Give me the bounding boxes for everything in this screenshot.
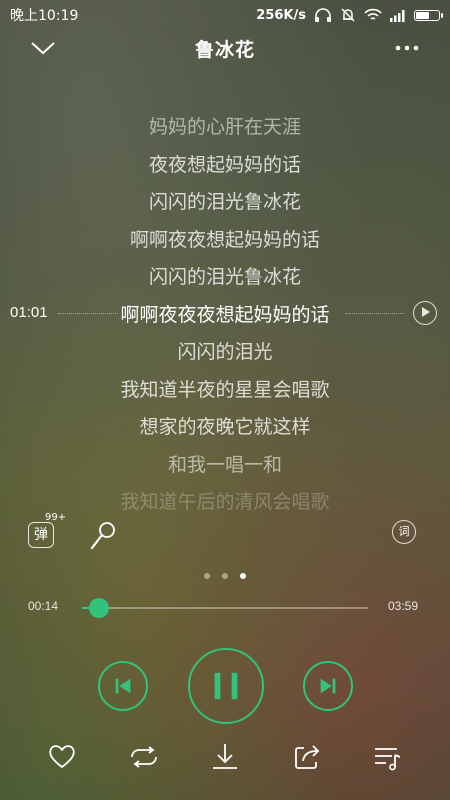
share-icon	[295, 745, 320, 769]
status-time: 晚上10:19	[10, 8, 79, 24]
pause-icon	[214, 672, 238, 700]
progress-thumb[interactable]	[89, 598, 110, 618]
lyric-line-current: 啊啊夜夜夜想起妈妈的话	[120, 303, 330, 326]
next-button[interactable]	[303, 661, 353, 711]
lyric-poster-button[interactable]: 词	[392, 520, 420, 548]
microphone-icon	[90, 522, 115, 550]
lyric-line: 和我一唱一和	[167, 453, 282, 476]
progress-bar[interactable]	[82, 598, 368, 618]
collapse-button[interactable]	[28, 34, 58, 62]
skip-previous-icon	[115, 678, 131, 694]
page-dot	[222, 573, 228, 579]
lyric-line: 妈妈的心肝在天涯	[148, 116, 301, 138]
mute-bell-icon	[341, 8, 355, 22]
player-header: 鲁冰花	[0, 30, 450, 66]
seek-guide-line	[58, 313, 118, 314]
sing-along-button[interactable]	[88, 520, 118, 552]
playlist-icon	[375, 748, 401, 771]
danmu-button[interactable]: 弹 99+	[28, 512, 66, 550]
playlist-button[interactable]	[372, 740, 404, 774]
status-icons: 256K/s	[256, 7, 443, 23]
elapsed-time: 00:14	[28, 599, 59, 613]
play-from-line-button[interactable]	[413, 301, 437, 325]
previous-button[interactable]	[98, 661, 148, 711]
song-title: 鲁冰花	[194, 38, 255, 61]
skip-next-icon	[320, 678, 336, 694]
page-dot-active	[240, 573, 246, 579]
lyrics-panel[interactable]: 妈妈的心肝在天涯 夜夜想起妈妈的话 闪闪的泪光鲁冰花 啊啊夜夜想起妈妈的话 闪闪…	[0, 92, 450, 513]
page-dot	[204, 573, 210, 579]
signal-icon	[390, 9, 405, 22]
headphones-icon	[315, 8, 331, 22]
chevron-down-icon	[31, 42, 55, 55]
page-indicator	[0, 573, 450, 579]
status-bar: 晚上10:19 256K/s	[0, 0, 450, 30]
lyric-label: 词	[392, 520, 416, 544]
bottom-toolbar	[0, 740, 450, 774]
total-time: 03:59	[388, 599, 419, 613]
download-icon	[213, 744, 237, 769]
like-button[interactable]	[46, 740, 78, 774]
lyric-line: 闪闪的泪光	[177, 341, 273, 363]
download-button[interactable]	[209, 740, 241, 774]
wifi-icon	[364, 8, 382, 20]
lyric-line: 我知道半夜的星星会唱歌	[120, 378, 330, 401]
lyric-line: 想家的夜晚它就这样	[139, 416, 311, 438]
lyric-line: 夜夜想起妈妈的话	[148, 153, 301, 176]
battery-icon	[414, 9, 443, 21]
more-options-button[interactable]	[392, 36, 422, 60]
repeat-mode-button[interactable]	[128, 740, 160, 774]
heart-icon	[49, 745, 75, 768]
lyric-line: 闪闪的泪光鲁冰花	[148, 191, 301, 213]
danmu-count-badge: 99+	[45, 512, 67, 523]
repeat-icon	[131, 746, 157, 768]
danmu-label: 弹	[28, 522, 54, 548]
lyric-line: 我知道午后的清风会唱歌	[120, 491, 330, 513]
pause-button[interactable]	[188, 648, 264, 724]
seek-guide-line	[345, 313, 405, 314]
more-dots-icon	[395, 45, 419, 51]
lyric-line: 闪闪的泪光鲁冰花	[148, 266, 301, 288]
share-button[interactable]	[291, 740, 323, 774]
lyric-seek-time: 01:01	[10, 304, 48, 321]
lyric-line: 啊啊夜夜想起妈妈的话	[129, 228, 320, 251]
net-speed: 256K/s	[256, 7, 306, 23]
